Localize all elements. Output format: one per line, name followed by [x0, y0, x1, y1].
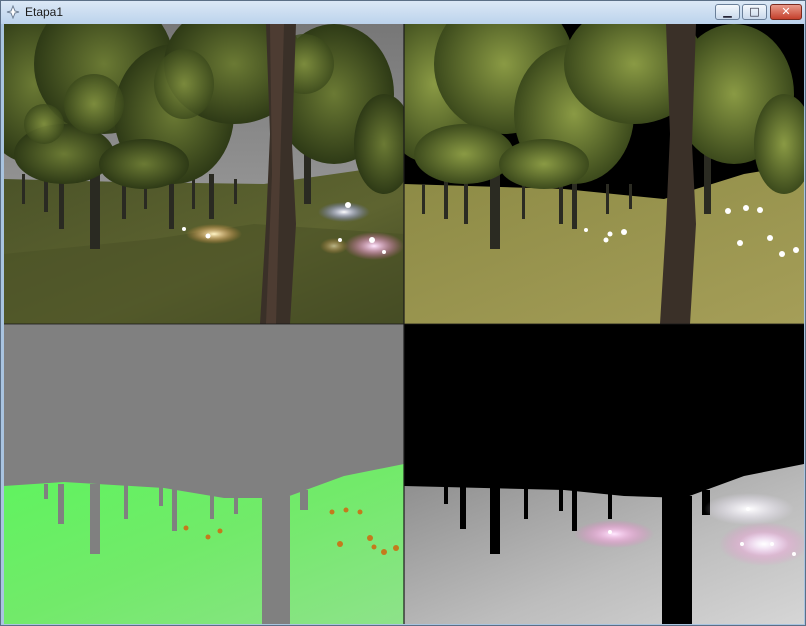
close-button[interactable]: ✕	[770, 4, 802, 20]
application-window: Etapa1 ▁ □ ✕	[0, 0, 806, 626]
window-title: Etapa1	[25, 5, 64, 19]
close-icon: ✕	[781, 5, 791, 18]
app-icon	[6, 5, 20, 19]
minimize-icon: ▁	[723, 5, 732, 18]
minimize-button[interactable]: ▁	[715, 4, 740, 20]
maximize-button[interactable]: □	[742, 4, 767, 20]
lighting-buffer-view	[404, 324, 804, 624]
maximize-icon: □	[749, 5, 760, 18]
normal-buffer-view	[4, 324, 404, 624]
diffuse-color-view	[404, 24, 804, 324]
render-canvas	[4, 24, 804, 624]
title-bar[interactable]: Etapa1 ▁ □ ✕	[1, 1, 805, 24]
render-viewport[interactable]	[4, 24, 804, 624]
lit-color-view	[4, 24, 404, 324]
